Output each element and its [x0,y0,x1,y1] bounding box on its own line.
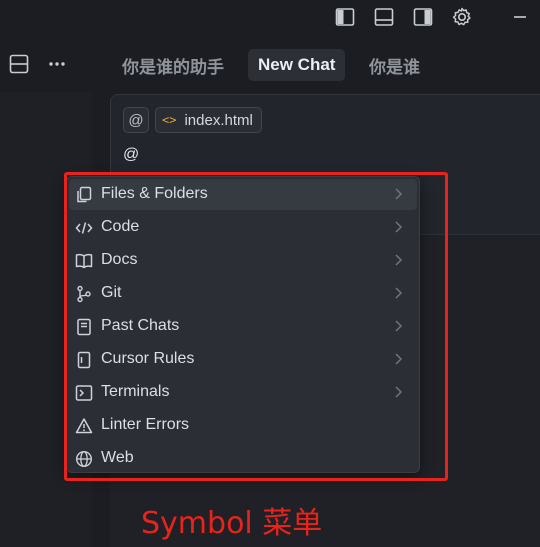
context-file-name: index.html [184,111,253,129]
globe-icon [75,450,93,468]
toggle-bottom-panel-icon[interactable] [372,5,396,29]
chat-history-icon [75,318,93,336]
chevron-right-icon [395,221,403,233]
code-icon [75,219,93,237]
menu-item-label: Past Chats [101,317,180,334]
menu-item-cursor-rules[interactable]: Cursor Rules [69,344,417,375]
symbol-menu: Files & Folders Code Docs Git Past Chats… [66,176,420,473]
chevron-right-icon [395,188,403,200]
menu-item-docs[interactable]: Docs [69,245,417,276]
window-toolbar [0,0,540,34]
menu-item-label: Terminals [101,383,170,400]
menu-item-web[interactable]: Web [69,443,417,474]
menu-item-label: Web [101,449,134,466]
tab-chat-2[interactable]: 你是谁 [359,49,430,81]
tab-chat-1[interactable]: 你是谁的助手 [112,49,234,81]
split-view-icon[interactable] [8,53,30,75]
tab-new-chat[interactable]: New Chat [248,49,346,81]
menu-item-files-folders[interactable]: Files & Folders [69,179,417,210]
more-options-icon[interactable] [46,53,68,75]
menu-item-linter-errors[interactable]: Linter Errors [69,410,417,441]
warning-icon [75,417,93,435]
menu-item-label: Files & Folders [101,185,208,202]
chevron-right-icon [395,386,403,398]
chat-tabs: 你是谁的助手 New Chat 你是谁 [92,34,540,92]
menu-item-label: Code [101,218,140,235]
chevron-right-icon [395,353,403,365]
menu-item-past-chats[interactable]: Past Chats [69,311,417,342]
menu-item-label: Linter Errors [101,416,190,433]
sidebar-header [0,34,92,92]
chevron-right-icon [395,320,403,332]
menu-item-label: Docs [101,251,138,268]
terminal-icon [75,384,93,402]
minimize-icon[interactable] [508,5,532,29]
toggle-right-panel-icon[interactable] [411,5,435,29]
mention-button[interactable]: @ [123,107,149,133]
menu-item-git[interactable]: Git [69,278,417,309]
code-file-icon: <> [162,113,177,127]
settings-gear-icon[interactable] [450,5,474,29]
context-file-chip[interactable]: <> index.html [155,107,262,133]
git-branch-icon [75,285,93,303]
chevron-right-icon [395,287,403,299]
rules-file-icon [75,351,93,369]
chevron-right-icon [395,254,403,266]
menu-item-label: Git [101,284,122,301]
menu-item-code[interactable]: Code [69,212,417,243]
menu-item-label: Cursor Rules [101,350,195,367]
composer-input[interactable]: @ [123,146,139,164]
annotation-label: Symbol 菜单 [141,506,323,541]
toggle-left-panel-icon[interactable] [333,5,357,29]
book-icon [75,252,93,270]
app-window: 你是谁的助手 New Chat 你是谁 @ <> index.html @ Fi… [0,0,540,547]
files-icon [75,186,93,204]
menu-item-terminals[interactable]: Terminals [69,377,417,408]
